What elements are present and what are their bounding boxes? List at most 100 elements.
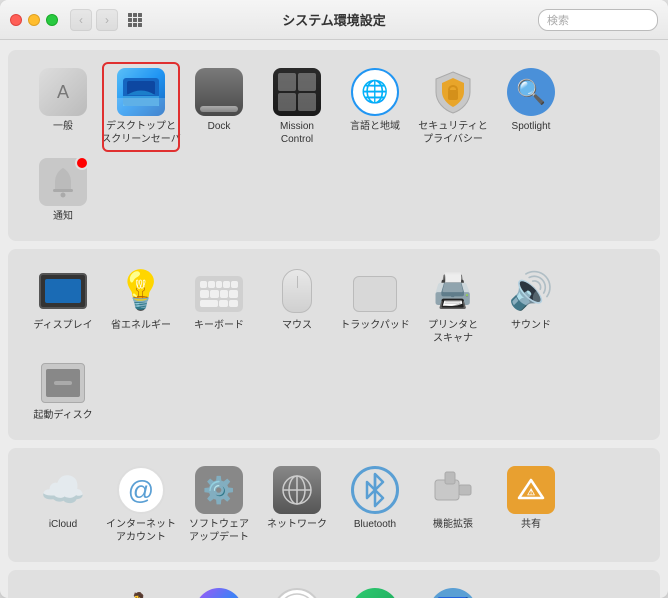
- pref-internet[interactable]: @ インターネットアカウント: [102, 460, 180, 550]
- close-button[interactable]: [10, 14, 22, 26]
- grid-icon: [128, 13, 142, 27]
- siri-icon: 🎙: [195, 588, 243, 598]
- notification-badge: [75, 156, 89, 170]
- general-icon: A: [39, 68, 87, 116]
- forward-button[interactable]: ›: [96, 9, 118, 31]
- pref-display[interactable]: ディスプレイ: [24, 261, 102, 351]
- pref-security[interactable]: セキュリティとプライバシー: [414, 62, 492, 152]
- bluetooth-label: Bluetooth: [354, 518, 396, 531]
- traffic-lights: [10, 14, 58, 26]
- section4-grid: 👥 ユーザとグループ 🚶 ペアレンタルコントロール 🎙 Siri: [24, 582, 644, 598]
- internet-icon: @: [117, 466, 165, 514]
- window-title: システム環境設定: [282, 10, 386, 29]
- mouse-label: マウス: [282, 319, 312, 332]
- grid-view-button[interactable]: [124, 9, 146, 31]
- internet-label: インターネットアカウント: [106, 518, 176, 544]
- pref-general[interactable]: A 一般: [24, 62, 102, 152]
- language-icon: 🌐: [351, 68, 399, 116]
- system-preferences-window: ‹ › システム環境設定 検索 A: [0, 0, 668, 598]
- printer-label: プリンタとスキャナ: [428, 319, 478, 345]
- pref-extensions[interactable]: 機能拡張: [414, 460, 492, 550]
- section-system: 👥 ユーザとグループ 🚶 ペアレンタルコントロール 🎙 Siri: [8, 570, 660, 598]
- sharing-label: 共有: [521, 518, 541, 531]
- nav-buttons: ‹ ›: [70, 9, 118, 31]
- search-placeholder: 検索: [547, 12, 569, 28]
- desktop-label: デスクトップとスクリーンセーバ: [101, 120, 180, 146]
- accessibility-icon: ♿: [429, 588, 477, 598]
- pref-sharing[interactable]: ⚠ 共有: [492, 460, 570, 550]
- startup-label: 起動ディスク: [33, 409, 92, 422]
- general-label: 一般: [53, 120, 73, 133]
- sound-label: サウンド: [511, 319, 551, 332]
- printer-icon: 🖨️: [429, 267, 477, 315]
- pref-siri[interactable]: 🎙 Siri: [180, 582, 258, 598]
- display-label: ディスプレイ: [33, 319, 92, 332]
- software-icon: ⚙️: [195, 466, 243, 514]
- titlebar: ‹ › システム環境設定 検索: [0, 0, 668, 40]
- spotlight-icon: 🔍: [507, 68, 555, 116]
- minimize-button[interactable]: [28, 14, 40, 26]
- notification-icon: [39, 158, 87, 206]
- sound-icon: 🔊: [507, 267, 555, 315]
- sharing-icon: ⚠: [507, 466, 555, 514]
- network-icon: [273, 466, 321, 514]
- language-label: 言語と地域: [350, 120, 400, 133]
- pref-trackpad[interactable]: トラックパッド: [336, 261, 414, 351]
- pref-notification[interactable]: 通知: [24, 152, 102, 229]
- pref-dock[interactable]: Dock: [180, 62, 258, 152]
- pref-spotlight[interactable]: 🔍 Spotlight: [492, 62, 570, 152]
- parental-icon: 🚶: [117, 588, 165, 598]
- software-label: ソフトウェアアップデート: [189, 518, 249, 544]
- maximize-button[interactable]: [46, 14, 58, 26]
- pref-mission[interactable]: MissionControl: [258, 62, 336, 152]
- keyboard-label: キーボード: [194, 319, 244, 332]
- pref-software[interactable]: ⚙️ ソフトウェアアップデート: [180, 460, 258, 550]
- energy-icon: 💡: [117, 267, 165, 315]
- security-icon: [429, 68, 477, 116]
- pref-desktop[interactable]: デスクトップとスクリーンセーバ: [102, 62, 180, 152]
- pref-mouse[interactable]: マウス: [258, 261, 336, 351]
- notification-label: 通知: [53, 210, 73, 223]
- users-icon: 👥: [39, 588, 87, 598]
- pref-datetime[interactable]: 18 日付と時刻: [258, 582, 336, 598]
- pref-accessibility[interactable]: ♿ アクセシビリティ: [414, 582, 492, 598]
- pref-keyboard[interactable]: キーボード: [180, 261, 258, 351]
- pref-parental[interactable]: 🚶 ペアレンタルコントロール: [102, 582, 180, 598]
- energy-label: 省エネルギー: [111, 319, 171, 332]
- mission-label: MissionControl: [280, 120, 314, 146]
- security-label: セキュリティとプライバシー: [418, 120, 487, 146]
- search-box[interactable]: 検索: [538, 9, 658, 31]
- pref-network[interactable]: ネットワーク: [258, 460, 336, 550]
- svg-text:⚠: ⚠: [527, 487, 535, 497]
- desktop-icon: [117, 68, 165, 116]
- icloud-label: iCloud: [49, 518, 77, 531]
- extensions-icon: [429, 466, 477, 514]
- pref-startup[interactable]: 起動ディスク: [24, 351, 102, 428]
- timemachine-icon: ⏱: [351, 588, 399, 598]
- mouse-icon: [273, 267, 321, 315]
- startup-icon: [39, 357, 87, 405]
- pref-users[interactable]: 👥 ユーザとグループ: [24, 582, 102, 598]
- pref-icloud[interactable]: ☁️ iCloud: [24, 460, 102, 550]
- pref-printer[interactable]: 🖨️ プリンタとスキャナ: [414, 261, 492, 351]
- pref-timemachine[interactable]: ⏱ TimeMachine: [336, 582, 414, 598]
- display-icon-img: [39, 267, 87, 315]
- pref-language[interactable]: 🌐 言語と地域: [336, 62, 414, 152]
- pref-bluetooth[interactable]: Bluetooth: [336, 460, 414, 550]
- bluetooth-icon: [351, 466, 399, 514]
- pref-sound[interactable]: 🔊 サウンド: [492, 261, 570, 351]
- section1-grid: A 一般: [24, 62, 644, 229]
- network-label: ネットワーク: [267, 518, 327, 531]
- dock-label: Dock: [208, 120, 231, 133]
- back-button[interactable]: ‹: [70, 9, 92, 31]
- section-hardware: ディスプレイ 💡 省エネルギー: [8, 249, 660, 440]
- pref-energy[interactable]: 💡 省エネルギー: [102, 261, 180, 351]
- content-area: A 一般: [0, 40, 668, 598]
- section-personal: A 一般: [8, 50, 660, 241]
- keyboard-icon: [195, 267, 243, 315]
- trackpad-label: トラックパッド: [340, 319, 410, 332]
- section3-grid: ☁️ iCloud @ インターネットアカウント ⚙️ ソフトウェアアップデート: [24, 460, 644, 550]
- mission-icon: [273, 68, 321, 116]
- trackpad-icon: [351, 267, 399, 315]
- spotlight-label: Spotlight: [512, 120, 551, 133]
